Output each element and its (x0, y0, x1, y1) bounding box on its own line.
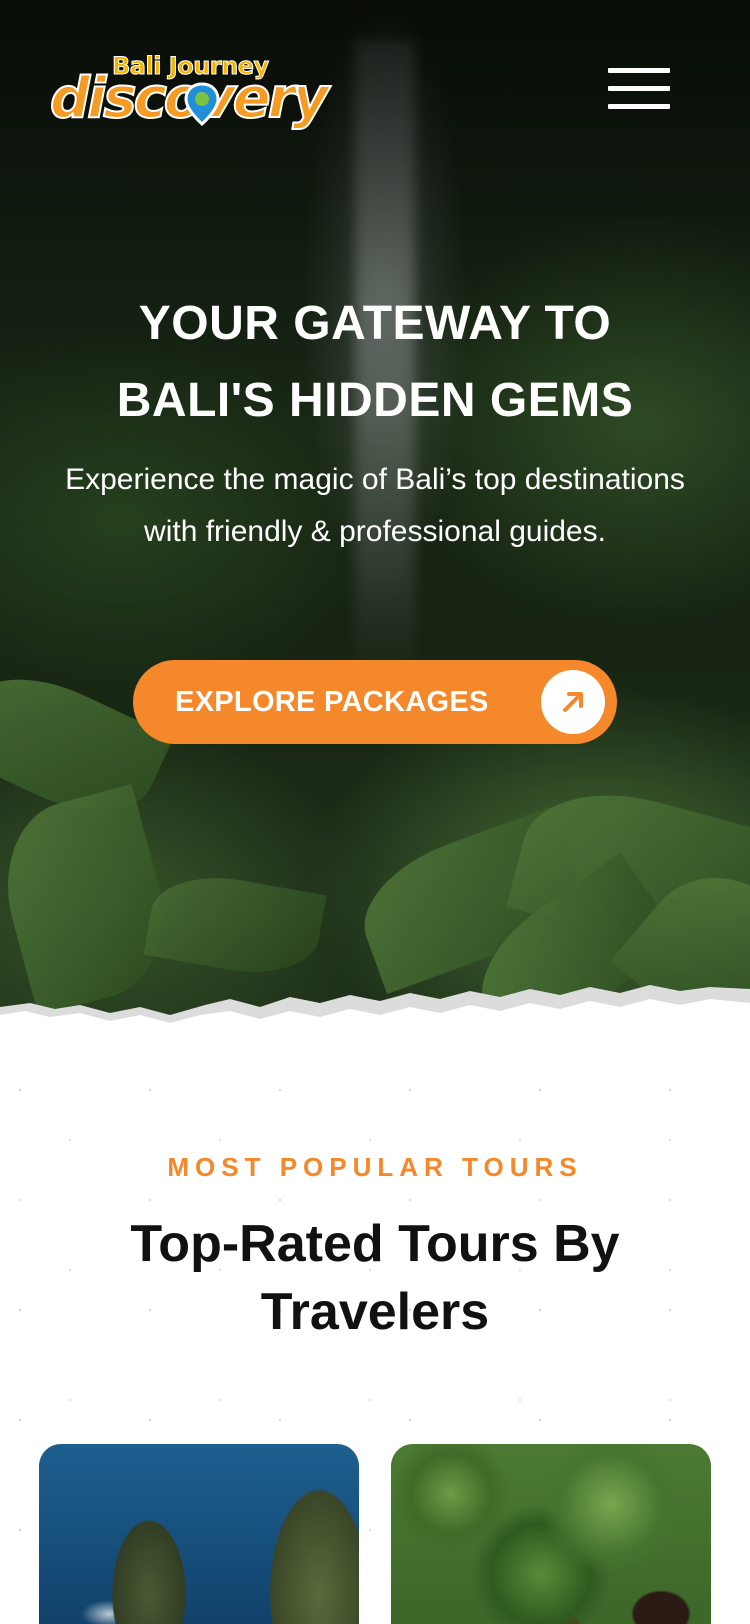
torn-paper-divider (0, 985, 750, 1060)
section-title: Top-Rated Tours By Travelers (40, 1210, 710, 1346)
hero-title: YOUR GATEWAY TO BALI'S HIDDEN GEMS (40, 285, 710, 439)
explore-packages-label: EXPLORE PACKAGES (175, 686, 489, 718)
tour-card-jungle[interactable] (391, 1444, 711, 1624)
section-eyebrow: MOST POPULAR TOURS (167, 1152, 583, 1182)
arrow-up-right-icon (541, 670, 605, 734)
map-pin-icon (184, 82, 220, 126)
tour-card-coast[interactable] (39, 1444, 359, 1624)
explore-packages-button[interactable]: EXPLORE PACKAGES (133, 660, 617, 744)
hero-title-line-2: BALI'S HIDDEN GEMS (116, 374, 634, 427)
hero-title-line-1: YOUR GATEWAY TO (138, 297, 612, 350)
site-logo[interactable]: Bali Journey discovery (49, 52, 340, 142)
section-title-light: Top-Rated (130, 1215, 399, 1273)
hero-subtitle: Experience the magic of Bali’s top desti… (65, 463, 685, 548)
hero-section: Bali Journey discovery YOUR GATEWAY TO B… (0, 0, 750, 1060)
hamburger-menu-icon[interactable] (608, 66, 670, 112)
